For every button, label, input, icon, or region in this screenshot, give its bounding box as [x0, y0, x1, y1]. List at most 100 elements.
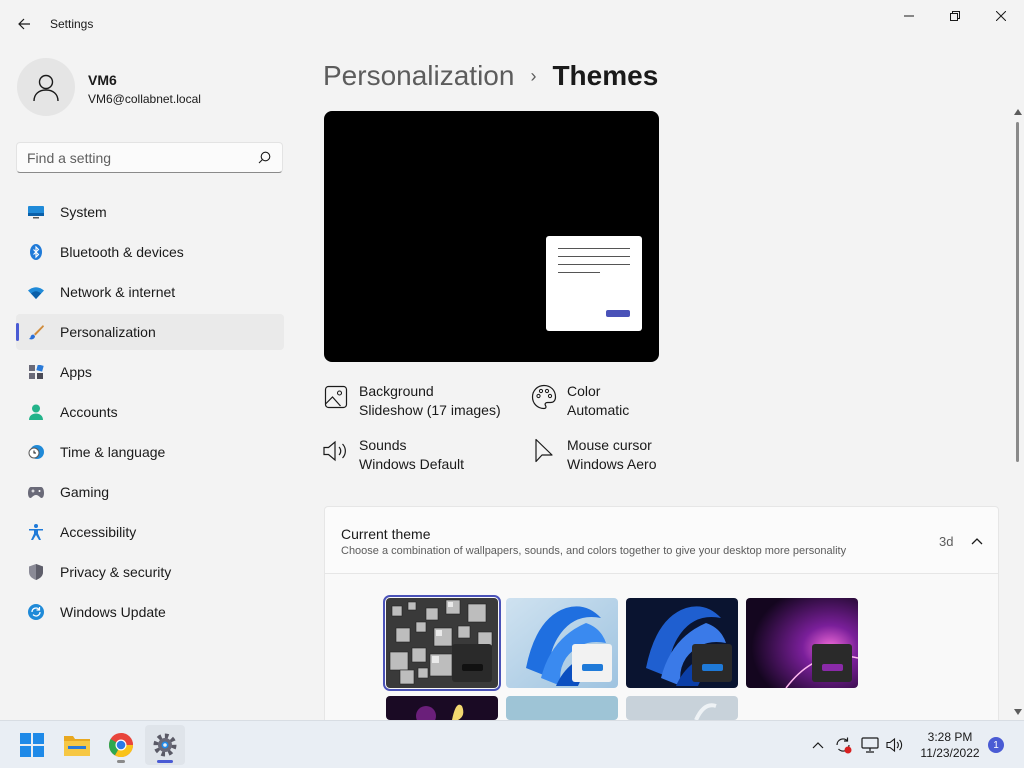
color-value: Automatic: [567, 402, 630, 418]
gamepad-icon: [28, 484, 44, 500]
taskbar: 3:28 PM 11/23/2022 1: [0, 720, 1024, 768]
chrome-icon: [109, 733, 133, 757]
profile-email: VM6@collabnet.local: [88, 92, 201, 106]
clock-globe-icon: [28, 444, 44, 460]
sidebar-item-label: Time & language: [60, 444, 166, 460]
scrollbar[interactable]: [1012, 108, 1024, 720]
notification-badge[interactable]: 1: [988, 737, 1004, 753]
chevron-up-icon[interactable]: [965, 529, 989, 553]
sidebar-item-personalization[interactable]: Personalization: [16, 314, 284, 350]
title-bar: Settings: [0, 0, 1024, 48]
mouse-cursor-value: Windows Aero: [567, 456, 657, 472]
bluetooth-icon: [28, 244, 44, 260]
color-title: Color: [567, 383, 601, 399]
sidebar-item-label: Accessibility: [60, 524, 137, 540]
current-theme-card[interactable]: Current theme Choose a combination of wa…: [324, 506, 999, 574]
sidebar-nav: System Bluetooth & devices Network & int…: [16, 194, 284, 634]
search-box[interactable]: [16, 142, 283, 173]
palette-icon: [531, 384, 557, 410]
sidebar-item-bluetooth[interactable]: Bluetooth & devices: [16, 234, 284, 270]
brush-icon: [28, 324, 44, 340]
breadcrumb: Personalization › Themes: [323, 58, 658, 94]
restore-button[interactable]: [932, 0, 978, 32]
cursor-icon: [531, 438, 557, 464]
close-icon: [996, 11, 1006, 21]
volume-icon[interactable]: [885, 735, 905, 755]
scroll-thumb[interactable]: [1016, 122, 1019, 462]
minimize-icon: [904, 15, 914, 17]
preview-window: [546, 236, 642, 331]
background-setting[interactable]: Background Slideshow (17 images): [323, 382, 501, 420]
sidebar-item-network[interactable]: Network & internet: [16, 274, 284, 310]
sidebar-item-label: Apps: [60, 364, 92, 380]
theme-windows-dark[interactable]: [626, 598, 738, 688]
sounds-value: Windows Default: [359, 456, 465, 472]
chevron-up-tray-icon[interactable]: [808, 735, 828, 755]
theme-3d-cubes[interactable]: [383, 595, 501, 691]
current-theme-title: Current theme: [341, 526, 431, 542]
sidebar-item-label: Personalization: [60, 324, 156, 340]
wifi-icon: [28, 284, 44, 300]
taskbar-clock[interactable]: 3:28 PM 11/23/2022: [912, 729, 988, 761]
settings-taskbar-button[interactable]: [145, 725, 185, 765]
speaker-icon: [323, 438, 349, 464]
sidebar-item-label: Gaming: [60, 484, 110, 500]
current-theme-value: 3d: [939, 534, 954, 549]
sidebar-item-apps[interactable]: Apps: [16, 354, 284, 390]
image-icon: [323, 384, 349, 410]
monitor-icon: [28, 204, 44, 220]
sidebar-item-label: Network & internet: [60, 284, 176, 300]
theme-captured-motion[interactable]: [506, 696, 618, 720]
file-explorer-icon: [64, 736, 90, 756]
sidebar-item-gaming[interactable]: Gaming: [16, 474, 284, 510]
theme-sunrise[interactable]: [626, 696, 738, 720]
breadcrumb-separator: ›: [530, 65, 537, 86]
sidebar-item-accounts[interactable]: Accounts: [16, 394, 284, 430]
restore-icon: [950, 11, 960, 21]
sync-icon[interactable]: [833, 735, 853, 755]
file-explorer-button[interactable]: [57, 725, 97, 765]
user-icon: [33, 74, 59, 102]
apps-icon: [28, 364, 44, 380]
start-icon: [20, 733, 44, 757]
profile-name: VM6: [88, 72, 117, 88]
theme-flower[interactable]: [386, 696, 498, 720]
back-arrow-icon: [18, 18, 30, 30]
sidebar-item-time-language[interactable]: Time & language: [16, 434, 284, 470]
background-value: Slideshow (17 images): [359, 402, 501, 418]
color-setting[interactable]: Color Automatic: [531, 382, 629, 420]
start-button[interactable]: [12, 725, 52, 765]
network-icon[interactable]: [860, 735, 880, 755]
sidebar-item-privacy-security[interactable]: Privacy & security: [16, 554, 284, 590]
back-button[interactable]: [10, 10, 38, 38]
minimize-button[interactable]: [886, 0, 932, 32]
sidebar-item-windows-update[interactable]: Windows Update: [16, 594, 284, 630]
clock-time: 3:28 PM: [927, 730, 973, 744]
sounds-title: Sounds: [359, 437, 407, 453]
person-icon: [28, 404, 44, 420]
background-title: Background: [359, 383, 434, 399]
sidebar-item-label: Windows Update: [60, 604, 166, 620]
accessibility-icon: [28, 524, 44, 540]
theme-glow[interactable]: [746, 598, 858, 688]
search-icon[interactable]: [256, 150, 272, 166]
avatar[interactable]: [17, 58, 75, 116]
sidebar-item-label: Bluetooth & devices: [60, 244, 184, 260]
mouse-cursor-setting[interactable]: Mouse cursor Windows Aero: [531, 436, 656, 474]
theme-preview: [324, 111, 659, 362]
theme-gallery: [324, 574, 999, 720]
search-input[interactable]: [27, 149, 256, 166]
chrome-button[interactable]: [101, 725, 141, 765]
scroll-up-icon[interactable]: [1014, 108, 1022, 116]
scroll-down-icon[interactable]: [1014, 708, 1022, 716]
shield-icon: [28, 564, 44, 580]
sidebar-item-accessibility[interactable]: Accessibility: [16, 514, 284, 550]
sidebar-item-system[interactable]: System: [16, 194, 284, 230]
theme-windows-light[interactable]: [506, 598, 618, 688]
update-icon: [28, 604, 44, 620]
sounds-setting[interactable]: Sounds Windows Default: [323, 436, 464, 474]
sidebar-item-label: System: [60, 204, 107, 220]
close-button[interactable]: [978, 0, 1024, 32]
breadcrumb-parent[interactable]: Personalization: [323, 60, 514, 92]
sidebar-item-label: Privacy & security: [60, 564, 172, 580]
